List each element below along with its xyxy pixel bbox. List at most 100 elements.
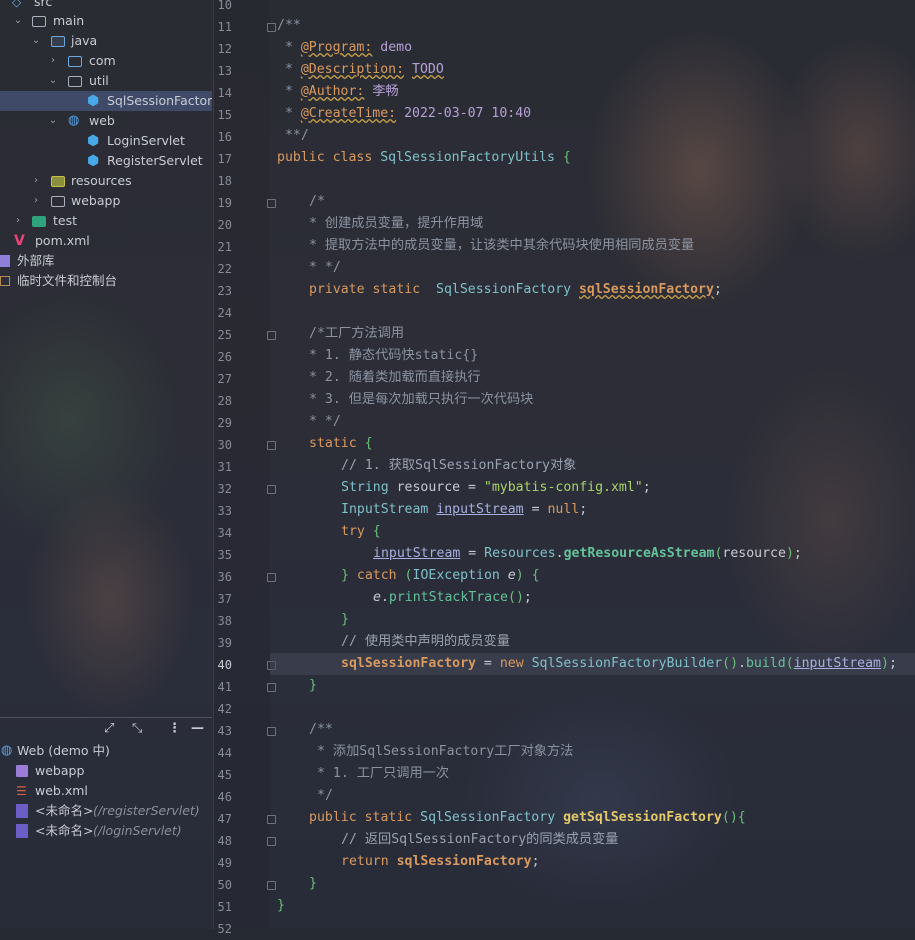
line-number: 19	[217, 196, 232, 210]
class-icon: ⬢	[87, 153, 100, 169]
code-line: * @CreateTime: 2022-03-07 10:40	[277, 106, 532, 121]
line-number: 27	[217, 372, 232, 386]
line-number: 47	[217, 812, 232, 826]
code-line: * @Author: 李畅	[277, 84, 399, 99]
servlet-mapping-hint: (/loginServlet)	[93, 823, 182, 838]
web-tool-window-header: ⤢ ⤡ ⋮ —	[0, 717, 212, 740]
tree-item-label: java	[71, 33, 98, 48]
xml-file-icon: ☰	[16, 784, 27, 798]
code-line: /*工厂方法调用	[309, 326, 405, 341]
line-number: 12	[217, 42, 232, 56]
tree-item-sqlsessionfactory[interactable]: ⬢ SqlSessionFactory	[0, 91, 212, 111]
code-line: return sqlSessionFactory;	[341, 854, 540, 869]
tree-item-label: LoginServlet	[107, 133, 185, 148]
fold-marker-icon[interactable]	[267, 199, 276, 208]
code-line: private static SqlSessionFactory sqlSess…	[309, 282, 722, 297]
java-source-folder-icon	[51, 36, 65, 47]
line-number: 29	[217, 416, 232, 430]
fold-marker-icon[interactable]	[267, 331, 276, 340]
line-number: 18	[217, 174, 232, 188]
line-number: 14	[217, 86, 232, 100]
code-line: }	[309, 678, 317, 693]
web-root-item[interactable]: ◍ Web (demo 中)	[0, 741, 212, 761]
class-icon: ⬢	[87, 93, 100, 109]
fold-marker-icon[interactable]	[267, 683, 276, 692]
line-number: 11	[217, 20, 232, 34]
fold-marker-icon[interactable]	[267, 441, 276, 450]
web-item-label: webapp	[35, 763, 85, 778]
line-number: 48	[217, 834, 232, 848]
line-number: 38	[217, 614, 232, 628]
chevron-right-icon[interactable]: ›	[12, 211, 24, 231]
code-editor[interactable]: /** * @Program: demo * @Description: TOD…	[277, 0, 915, 929]
web-item-register-servlet[interactable]: <未命名> (/registerServlet)	[0, 801, 212, 821]
web-item-webxml[interactable]: ☰ web.xml	[0, 781, 212, 801]
web-item-label: web.xml	[35, 783, 88, 798]
tree-item-test[interactable]: › test	[0, 211, 212, 231]
line-number: 45	[217, 768, 232, 782]
line-number: 16	[217, 130, 232, 144]
line-number: 37	[217, 592, 232, 606]
scratches-icon	[0, 276, 10, 286]
web-item-login-servlet[interactable]: <未命名> (/loginServlet)	[0, 821, 212, 841]
code-line: }	[277, 898, 285, 913]
fold-marker-icon[interactable]	[267, 23, 276, 32]
tree-item-registerservlet[interactable]: ⬢ RegisterServlet	[0, 151, 212, 171]
tree-item-com[interactable]: › com	[0, 51, 212, 71]
tree-item-label: com	[89, 53, 116, 68]
chevron-right-icon[interactable]: ›	[47, 51, 59, 71]
chevron-down-icon[interactable]: ⌄	[12, 11, 24, 31]
collapse-all-icon[interactable]: ⤡	[132, 721, 142, 736]
fold-marker-icon[interactable]	[267, 837, 276, 846]
code-line: * 3. 但是每次加载只执行一次代码块	[309, 392, 534, 407]
fold-marker-icon[interactable]	[267, 815, 276, 824]
chevron-right-icon[interactable]: ›	[30, 171, 42, 191]
chevron-down-icon[interactable]: ⌄	[30, 31, 42, 51]
tree-item-pom[interactable]: V pom.xml	[0, 231, 212, 251]
line-number: 26	[217, 350, 232, 364]
tree-item-resources[interactable]: › resources	[0, 171, 212, 191]
tree-item-label: SqlSessionFactory	[107, 93, 212, 108]
code-line: * */	[309, 260, 341, 275]
class-icon: ⬢	[87, 133, 100, 149]
tree-item-java[interactable]: ⌄ java	[0, 31, 212, 51]
tree-item-web[interactable]: ⌄ ◍ web	[0, 111, 212, 131]
chevron-down-icon[interactable]: ⌄	[47, 71, 59, 91]
tree-item-util[interactable]: ⌄ util	[0, 71, 212, 91]
package-icon	[68, 56, 82, 67]
web-item-webapp[interactable]: webapp	[0, 761, 212, 781]
code-line: * 添加SqlSessionFactory工厂对象方法	[317, 744, 574, 759]
tree-item-scratches[interactable]: 临时文件和控制台	[0, 271, 212, 291]
line-number: 17	[217, 152, 232, 166]
more-options-icon[interactable]: ⋮	[168, 721, 181, 736]
resources-folder-icon	[51, 176, 65, 187]
hide-panel-icon[interactable]: —	[191, 721, 204, 736]
tree-item-external-libraries[interactable]: 外部库	[0, 251, 212, 271]
chevron-right-icon[interactable]: ›	[30, 191, 42, 211]
line-number: 39	[217, 636, 232, 650]
line-number: 41	[217, 680, 232, 694]
tree-item-main[interactable]: ⌄ main	[0, 11, 212, 31]
line-number: 25	[217, 328, 232, 342]
fold-marker-icon[interactable]	[267, 727, 276, 736]
web-package-icon: ◍	[68, 113, 80, 128]
expand-all-icon[interactable]: ⤢	[104, 721, 114, 736]
line-number: 49	[217, 856, 232, 870]
code-line: * @Program: demo	[277, 40, 413, 55]
fold-marker-icon[interactable]	[267, 881, 276, 890]
code-line: InputStream inputStream = null;	[341, 502, 588, 517]
fold-marker-icon[interactable]	[267, 485, 276, 494]
line-number: 46	[217, 790, 232, 804]
tree-item-loginservlet[interactable]: ⬢ LoginServlet	[0, 131, 212, 151]
library-icon	[0, 255, 10, 267]
chevron-down-icon[interactable]: ⌄	[47, 111, 59, 131]
line-number: 30	[217, 438, 232, 452]
line-number: 21	[217, 240, 232, 254]
code-line: **/	[277, 128, 309, 143]
fold-marker-icon[interactable]	[267, 573, 276, 582]
code-line: }	[341, 612, 349, 627]
editor-gutter[interactable]: 10 11 12 13 14 15 16 17 18 19 20 21 22 23 24 25 26 27 28 29…	[213, 0, 276, 936]
line-number: 24	[217, 306, 232, 320]
tree-item-webapp[interactable]: › webapp	[0, 191, 212, 211]
line-number: 22	[217, 262, 232, 276]
